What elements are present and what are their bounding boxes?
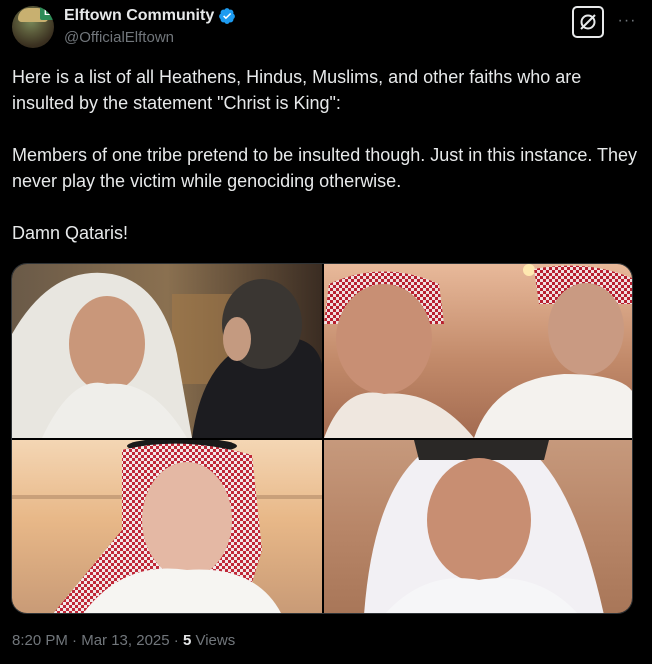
photo-two-men-red-headdress-icon [324, 264, 632, 438]
post-text: Here is a list of all Heathens, Hindus, … [12, 67, 638, 243]
media-image-1[interactable] [12, 264, 322, 438]
meta-separator: · [173, 632, 179, 649]
photo-man-white-headdress-icon [12, 264, 322, 438]
handle[interactable]: @OfficialElftown [64, 29, 174, 46]
post-meta: 8:20 PM · Mar 13, 2025 · 5 Views [12, 632, 235, 649]
post-date[interactable]: Mar 13, 2025 [81, 632, 169, 649]
avatar[interactable]: L [12, 6, 54, 48]
media-image-3[interactable] [12, 440, 322, 613]
more-options-icon: ··· [617, 12, 637, 29]
media-image-4[interactable] [324, 440, 632, 613]
views-label: Views [195, 632, 236, 649]
views-count: 5 [182, 632, 192, 649]
name-row: Elftown Community [64, 7, 236, 25]
photo-man-white-headdress-desert-icon [324, 440, 632, 613]
more-options-button[interactable]: ··· [616, 10, 638, 32]
media-image-2[interactable] [324, 264, 632, 438]
display-name[interactable]: Elftown Community [64, 7, 214, 25]
avatar-badge: L [40, 6, 54, 20]
grok-icon [580, 14, 596, 30]
photo-old-man-keffiyeh-icon [12, 440, 322, 613]
meta-separator: · [72, 632, 78, 649]
media-grid [11, 263, 633, 614]
post-time[interactable]: 8:20 PM [12, 632, 68, 649]
grok-button[interactable] [572, 6, 604, 38]
verified-badge-icon[interactable] [218, 7, 236, 25]
post-header: L Elftown Community @OfficialElftown ··· [12, 6, 642, 50]
